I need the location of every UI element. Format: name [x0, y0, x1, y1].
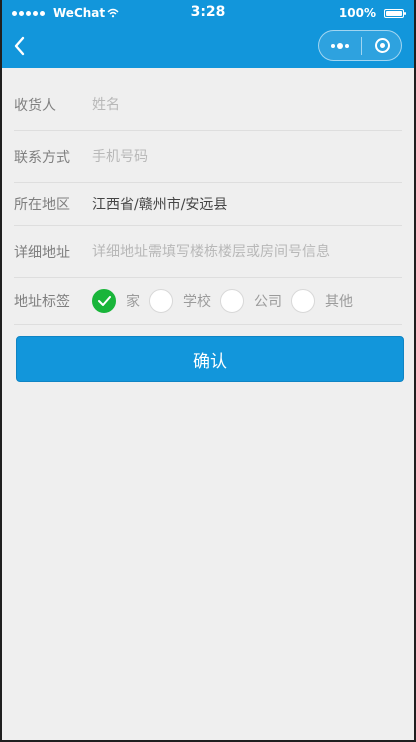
top-bar: WeChat 3:28 100%: [2, 0, 414, 68]
recipient-row: 收货人: [14, 80, 402, 131]
radio-unchecked-icon[interactable]: [149, 289, 173, 313]
region-value[interactable]: 江西省/赣州市/安远县: [92, 194, 227, 214]
tag-label-company: 公司: [254, 294, 282, 310]
detail-address-row: 详细地址: [14, 226, 402, 278]
tag-option-other[interactable]: 其他: [291, 289, 353, 313]
address-tag-options: 家 学校 公司 其他: [92, 289, 362, 313]
tag-option-home[interactable]: 家: [92, 289, 140, 313]
address-tag-row: 地址标签 家 学校 公司 其他: [14, 278, 402, 325]
tag-option-company[interactable]: 公司: [220, 289, 282, 313]
miniprogram-capsule: [318, 30, 402, 61]
detail-address-input[interactable]: [92, 239, 402, 264]
tag-label-school: 学校: [183, 294, 211, 310]
nav-bar: [2, 26, 414, 68]
status-bar: WeChat 3:28 100%: [2, 0, 414, 26]
radio-unchecked-icon[interactable]: [291, 289, 315, 313]
region-label: 所在地区: [14, 197, 70, 213]
radio-checked-icon[interactable]: [92, 289, 116, 313]
target-circle-icon[interactable]: [362, 31, 402, 60]
detail-address-label: 详细地址: [14, 244, 70, 261]
recipient-name-input[interactable]: [92, 93, 402, 117]
radio-unchecked-icon[interactable]: [220, 289, 244, 313]
address-form: 收货人 联系方式 所在地区 江西省/赣州市/安远县 详细地址 地址标签: [14, 80, 402, 325]
phone-input[interactable]: [92, 144, 402, 169]
contact-label: 联系方式: [14, 149, 70, 166]
tag-label-home: 家: [126, 294, 140, 310]
battery-icon: [384, 8, 406, 18]
tag-option-school[interactable]: 学校: [149, 289, 211, 313]
check-icon: [98, 296, 111, 306]
status-right: 100%: [338, 6, 406, 20]
recipient-label: 收货人: [14, 98, 56, 114]
battery-percentage: 100%: [338, 6, 376, 20]
app-frame: WeChat 3:28 100% 收货人 姓名 联系方式 手机号码 所在地区 江…: [0, 0, 416, 742]
chevron-left-icon[interactable]: [12, 36, 28, 56]
confirm-button[interactable]: 确认: [16, 336, 404, 382]
tag-label-other: 其他: [325, 294, 353, 310]
more-dots-icon[interactable]: [319, 31, 361, 60]
region-row[interactable]: 所在地区 江西省/赣州市/安远县: [14, 183, 402, 226]
contact-row: 联系方式: [14, 131, 402, 183]
address-tag-label: 地址标签: [14, 294, 70, 310]
